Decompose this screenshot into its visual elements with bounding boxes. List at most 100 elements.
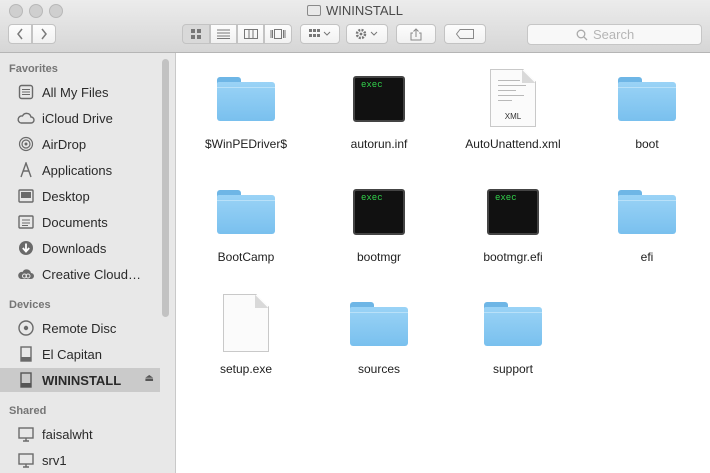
file-item[interactable]: exec autorun.inf bbox=[319, 57, 439, 153]
file-name: boot bbox=[635, 137, 659, 151]
column-view-icon bbox=[243, 29, 258, 39]
sidebar-heading-devices: Devices bbox=[9, 299, 51, 311]
sidebar-item-label: Downloads bbox=[42, 240, 107, 256]
sidebar-item-faisalwht[interactable]: faisalwht bbox=[0, 422, 160, 446]
file-name: autorun.inf bbox=[350, 137, 408, 151]
exec-badge: exec bbox=[495, 193, 517, 203]
sidebar-item-documents[interactable]: Documents bbox=[0, 210, 160, 234]
terminal-exec-icon: exec bbox=[483, 180, 543, 240]
file-item[interactable]: setup.exe bbox=[186, 282, 306, 378]
file-item[interactable]: BootCamp bbox=[186, 170, 306, 266]
generic-document-icon bbox=[216, 292, 276, 352]
file-name: bootmgr bbox=[356, 250, 402, 264]
file-name: setup.exe bbox=[219, 362, 273, 376]
back-button[interactable] bbox=[8, 24, 32, 44]
file-item[interactable]: efi bbox=[587, 170, 707, 266]
arrange-button[interactable] bbox=[300, 24, 340, 44]
view-coverflow-button[interactable] bbox=[264, 24, 292, 44]
view-list-button[interactable] bbox=[210, 24, 237, 44]
sidebar-item-label: AirDrop bbox=[42, 136, 87, 152]
toolbar: WININSTALL bbox=[0, 0, 710, 53]
view-icons-button[interactable] bbox=[182, 24, 210, 44]
sidebar-item-all-my-files[interactable]: All My Files bbox=[0, 80, 160, 104]
sidebar-item-label: Remote Disc bbox=[42, 320, 117, 336]
sidebar-item-applications[interactable]: Applications bbox=[0, 158, 160, 182]
file-name: $WinPEDriver$ bbox=[204, 137, 288, 151]
sidebar-item-desktop[interactable]: Desktop bbox=[0, 184, 160, 208]
disc-icon bbox=[17, 319, 35, 337]
xml-badge: XML bbox=[504, 112, 522, 121]
file-item[interactable]: exec bootmgr.efi bbox=[453, 170, 573, 266]
coverflow-view-icon bbox=[270, 29, 286, 39]
window-title-text: WININSTALL bbox=[325, 3, 404, 18]
sidebar-item-srv1[interactable]: srv1 bbox=[0, 448, 160, 472]
creative-cloud-icon bbox=[17, 265, 35, 283]
eject-icon[interactable]: ⏏ bbox=[145, 373, 154, 384]
sidebar-item-label: srv1 bbox=[42, 452, 67, 468]
sidebar-item-label: El Capitan bbox=[42, 346, 102, 362]
chevron-right-icon bbox=[41, 28, 47, 40]
file-item[interactable]: sources bbox=[319, 282, 439, 378]
applications-icon bbox=[17, 161, 35, 179]
sidebar-item-downloads[interactable]: Downloads bbox=[0, 236, 160, 260]
file-item[interactable]: XML AutoUnattend.xml bbox=[453, 57, 573, 153]
file-item[interactable]: boot bbox=[587, 57, 707, 153]
desktop-icon bbox=[17, 187, 35, 205]
drive-icon bbox=[17, 371, 35, 389]
search-input[interactable] bbox=[593, 27, 653, 42]
sidebar-item-label: Desktop bbox=[42, 188, 90, 204]
sidebar-item-creative-cloud[interactable]: Creative Cloud… bbox=[0, 262, 160, 286]
window-title: WININSTALL bbox=[0, 3, 710, 18]
action-button[interactable] bbox=[346, 24, 388, 44]
computer-icon bbox=[17, 425, 35, 443]
file-item[interactable]: support bbox=[453, 282, 573, 378]
cloud-icon bbox=[17, 109, 35, 127]
file-item[interactable]: exec bootmgr bbox=[319, 170, 439, 266]
file-name: AutoUnattend.xml bbox=[465, 137, 561, 151]
drive-icon bbox=[306, 5, 321, 16]
file-name: BootCamp bbox=[217, 250, 275, 264]
sidebar-item-el-capitan[interactable]: El Capitan bbox=[0, 342, 160, 366]
arrange-icon bbox=[309, 29, 331, 37]
folder-icon bbox=[617, 180, 677, 240]
sidebar-item-airdrop[interactable]: AirDrop bbox=[0, 132, 160, 156]
sidebar-item-label: faisalwht bbox=[42, 426, 93, 442]
downloads-icon bbox=[17, 239, 35, 257]
terminal-exec-icon: exec bbox=[349, 180, 409, 240]
file-icon-grid: $WinPEDriver$ exec autorun.inf XML AutoU… bbox=[176, 53, 710, 473]
sidebar-item-wininstall[interactable]: WININSTALL ⏏ bbox=[0, 368, 160, 392]
tag-icon bbox=[456, 29, 474, 39]
folder-icon bbox=[349, 292, 409, 352]
file-item[interactable]: $WinPEDriver$ bbox=[186, 57, 306, 153]
sidebar-item-label: All My Files bbox=[42, 84, 109, 100]
share-button[interactable] bbox=[396, 24, 436, 44]
list-view-icon bbox=[217, 29, 230, 39]
sidebar-item-label: iCloud Drive bbox=[42, 110, 113, 126]
folder-icon bbox=[216, 180, 276, 240]
finder-window: WININSTALL Search Favorites All My Files… bbox=[0, 0, 710, 473]
sidebar-item-label: Creative Cloud… bbox=[42, 266, 141, 282]
icon-view-icon bbox=[191, 29, 201, 39]
folder-icon bbox=[216, 67, 276, 127]
sidebar-scrollbar[interactable] bbox=[162, 59, 169, 317]
view-columns-button[interactable] bbox=[237, 24, 264, 44]
airdrop-icon bbox=[17, 135, 35, 153]
search-field[interactable] bbox=[527, 24, 702, 45]
gear-icon bbox=[355, 28, 378, 40]
sidebar-item-label: WININSTALL bbox=[42, 372, 122, 388]
file-name: sources bbox=[357, 362, 401, 376]
sidebar-heading-shared: Shared bbox=[9, 405, 47, 417]
tags-button[interactable] bbox=[444, 24, 486, 44]
computer-icon bbox=[17, 451, 35, 469]
forward-button[interactable] bbox=[32, 24, 56, 44]
share-icon bbox=[410, 27, 422, 40]
sidebar-item-icloud-drive[interactable]: iCloud Drive bbox=[0, 106, 160, 130]
sidebar-item-remote-disc[interactable]: Remote Disc bbox=[0, 316, 160, 340]
xml-document-icon: XML bbox=[483, 67, 543, 127]
file-name: support bbox=[492, 362, 534, 376]
exec-badge: exec bbox=[361, 193, 383, 203]
sidebar-item-label: Applications bbox=[42, 162, 113, 178]
sidebar-heading-favorites: Favorites bbox=[9, 63, 58, 75]
exec-badge: exec bbox=[361, 80, 383, 90]
search-icon bbox=[576, 29, 588, 40]
